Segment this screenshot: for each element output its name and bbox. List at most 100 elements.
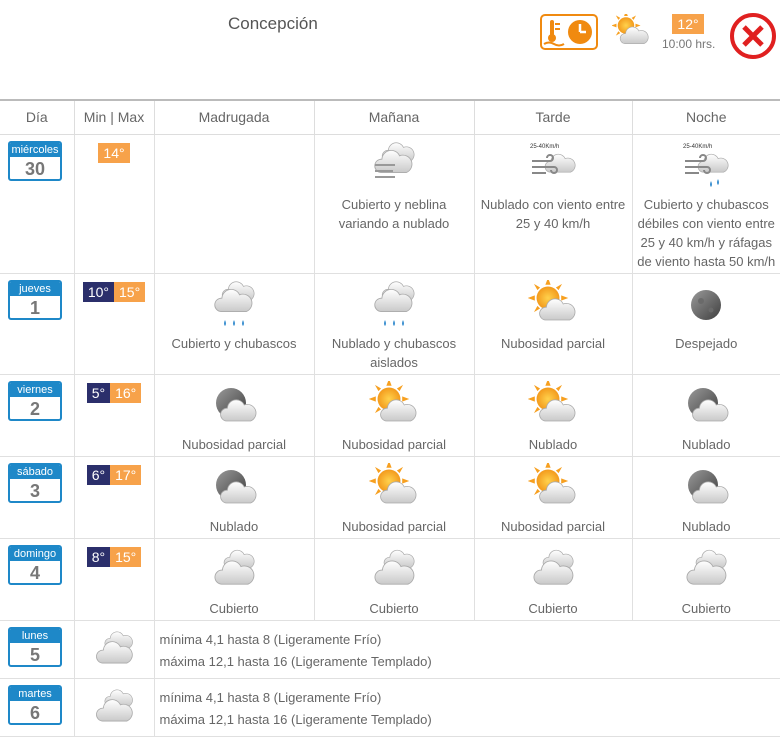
minmax-cell: 8° 15° (73, 538, 154, 621)
weather-description: Nublado y chubascos aislados (331, 335, 457, 370)
day-number: 4 (29, 562, 40, 583)
sun-cloud-icon (528, 279, 576, 320)
day-number: 6 (29, 702, 40, 723)
day-name: martes (10, 686, 60, 701)
day-badge: jueves 1 (8, 279, 62, 320)
day-badge: viernes 2 (8, 380, 62, 421)
city-name: Concepción (228, 14, 318, 33)
forecast-table: Día Min | Max Madrugada Mañana Tarde Noc… (0, 99, 780, 737)
day-badge: domingo 4 (8, 544, 62, 585)
period-cell: Cubierto y chubascos (153, 273, 314, 375)
max-temp-badge: 15° (114, 281, 146, 302)
table-header-row: Día Min | Max Madrugada Mañana Tarde Noc… (0, 99, 780, 135)
cloud-icon (686, 549, 727, 585)
period-cell: Nubosidad parcial (473, 456, 632, 539)
period-cell: Nubosidad parcial (313, 374, 474, 457)
day-name: miércoles (10, 142, 60, 157)
col-header-tarde: Tarde (473, 99, 632, 135)
forecast-row: jueves 1 10° 15° Cubierto y chubascos Nublado… (0, 273, 780, 375)
period-cell: Nubosidad parcial (473, 273, 632, 375)
svg-text:25-40Km/h: 25-40Km/h (683, 144, 712, 150)
col-header-minmax: Min | Max (73, 99, 154, 135)
max-temp-badge: 17° (110, 464, 142, 485)
extended-row: martes 6 mínima 4,1 hasta 8 (Ligeramente F… (0, 678, 780, 737)
day-number: 1 (29, 297, 40, 318)
period-cell: Cubierto (631, 538, 780, 621)
weather-description: Cubierto y neblina variando a nublado (338, 196, 450, 231)
day-name: sábado (10, 464, 60, 479)
period-cell: Nublado (153, 456, 314, 539)
temp-range-cell: mínima 4,1 hasta 8 (Ligeramente Frío) máx… (153, 678, 780, 737)
day-cell: viernes 2 (0, 374, 74, 457)
day-cell: sábado 3 (0, 456, 74, 539)
period-cell: Nublado (631, 374, 780, 457)
weather-description: Nubosidad parcial (341, 436, 447, 452)
fog-cloud-icon (374, 141, 415, 178)
rain-cloud-icon (374, 280, 415, 326)
minmax-cell: 10° 15° (73, 273, 154, 375)
moon-icon (691, 289, 722, 320)
weather-description: Nublado (528, 436, 578, 452)
weather-description: Cubierto (681, 600, 731, 616)
wind-cloud-icon: 25-40Km/h (530, 144, 576, 174)
day-number: 3 (29, 480, 40, 501)
sun-cloud-icon (528, 462, 576, 503)
day-badge: lunes 5 (8, 626, 62, 667)
min-range-text: mínima 4,1 hasta 8 (Ligeramente Frío) (159, 631, 382, 647)
weather-description: Nublado (682, 436, 731, 452)
rain-cloud-icon (214, 280, 255, 326)
period-cell: Nublado y chubascos aislados (313, 273, 474, 375)
col-header-madrugada: Madrugada (153, 99, 314, 135)
weather-description: Nublado (682, 518, 731, 534)
weather-description: Nubosidad parcial (500, 518, 606, 534)
minmax-cell: 5° 16° (73, 374, 154, 457)
period-cell: 25-40Km/h Nublado con viento entre 25 y 4… (473, 134, 632, 274)
period-cell: Cubierto y neblina variando a nublado (313, 134, 474, 274)
day-name: domingo (10, 546, 60, 561)
weather-description: Cubierto y chubascos (171, 335, 297, 351)
cloud-icon (96, 688, 133, 721)
min-temp-badge: 5° (86, 382, 111, 403)
close-button[interactable] (729, 12, 777, 60)
weather-description: Cubierto (528, 600, 578, 616)
day-name: viernes (10, 382, 60, 397)
sun-cloud-icon (612, 14, 649, 44)
period-cell: Nubosidad parcial (313, 456, 474, 539)
weather-description: Cubierto (369, 600, 419, 616)
col-header-noche: Noche (631, 99, 780, 135)
wind-rain-cloud-icon: 25-40Km/h (683, 144, 729, 187)
max-temp-badge: 15° (110, 546, 142, 567)
weather-description: Nubosidad parcial (181, 436, 287, 452)
extended-icon-cell (73, 678, 154, 737)
cloud-icon (214, 549, 255, 585)
svg-text:25-40Km/h: 25-40Km/h (530, 144, 559, 150)
update-time: 10:00 hrs. (662, 37, 716, 51)
minmax-cell: 6° 17° (73, 456, 154, 539)
forecast-row: viernes 2 5° 16° Nubosidad parcial Nubosidad … (0, 374, 780, 457)
period-cell: Nublado (631, 456, 780, 539)
period-cell: Cubierto (473, 538, 632, 621)
day-cell: jueves 1 (0, 273, 74, 375)
min-temp-badge: 6° (86, 464, 111, 485)
period-cell (153, 134, 314, 274)
weather-description: Nubosidad parcial (341, 518, 447, 534)
period-cell: Despejado (631, 273, 780, 375)
day-cell: miércoles 30 (0, 134, 74, 274)
sun-cloud-icon (369, 462, 417, 503)
period-cell: Nublado (473, 374, 632, 457)
forecast-row: sábado 3 6° 17° Nublado Nubosidad parcial Nubo… (0, 456, 780, 539)
moon-cloud-icon (688, 469, 729, 503)
moon-cloud-icon (688, 387, 729, 421)
current-temp-badge: 12° (672, 14, 704, 34)
period-cell: Cubierto (313, 538, 474, 621)
sun-cloud-icon (528, 380, 576, 421)
min-range-text: mínima 4,1 hasta 8 (Ligeramente Frío) (159, 689, 382, 705)
day-name: lunes (10, 628, 60, 643)
extended-row: lunes 5 mínima 4,1 hasta 8 (Ligeramente Fr… (0, 620, 780, 679)
day-number: 2 (29, 398, 40, 419)
moon-cloud-icon (216, 469, 257, 503)
temp-range-cell: mínima 4,1 hasta 8 (Ligeramente Frío) máx… (153, 620, 780, 679)
weather-description: Cubierto (209, 600, 259, 616)
day-name: jueves (10, 281, 60, 296)
min-temp-badge: 10° (82, 281, 114, 302)
